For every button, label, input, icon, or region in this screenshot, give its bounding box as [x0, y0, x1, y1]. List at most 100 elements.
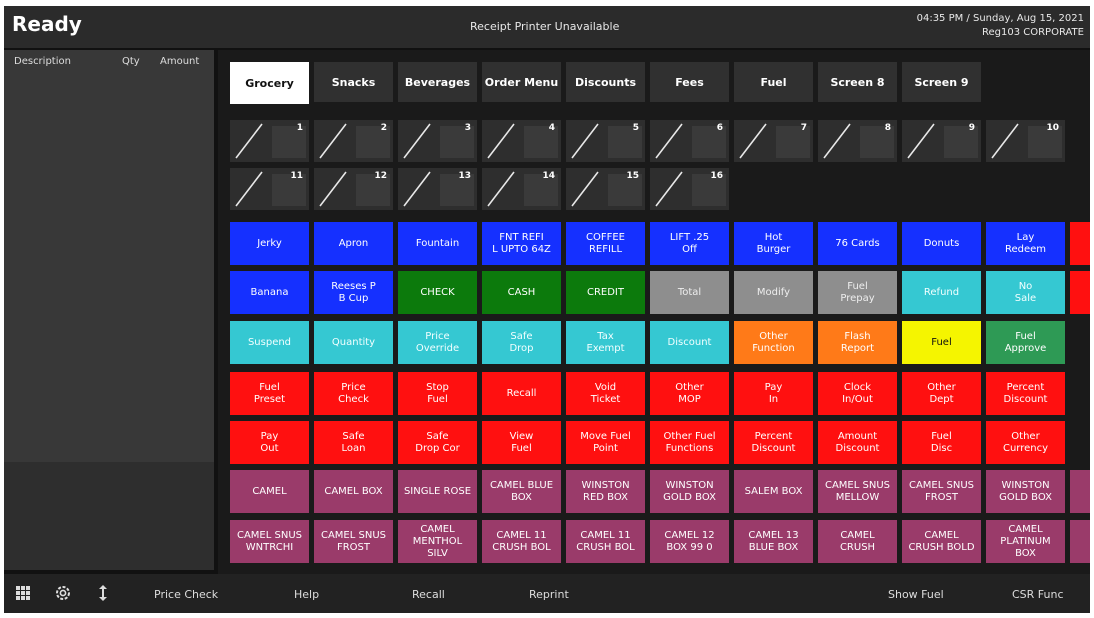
pump-slot[interactable]: 6 — [650, 120, 729, 162]
key-camel-menthol-silv[interactable]: CAMEL MENTHOL SILV — [398, 520, 477, 563]
key-lift-25-off[interactable]: LIFT .25 Off — [650, 222, 729, 265]
key-winston-gold-box[interactable]: WINSTON GOLD BOX — [986, 470, 1065, 513]
key-other-currency[interactable]: Other Currency — [986, 421, 1065, 464]
key-price-check[interactable]: Price Check — [314, 372, 393, 415]
pump-slot[interactable]: 2 — [314, 120, 393, 162]
key-camel-blue-box[interactable]: CAMEL BLUE BOX — [482, 470, 561, 513]
key-camel-snus-wntrchi[interactable]: CAMEL SNUS WNTRCHI — [230, 520, 309, 563]
pump-slot[interactable]: 9 — [902, 120, 981, 162]
key-void-ticket[interactable]: Void Ticket — [566, 372, 645, 415]
pump-slot[interactable]: 5 — [566, 120, 645, 162]
key-camel-snus-frost[interactable]: CAMEL SNUS FROST — [314, 520, 393, 563]
key-quantity[interactable]: Quantity — [314, 321, 393, 364]
pump-slot[interactable]: 4 — [482, 120, 561, 162]
pump-slot[interactable]: 15 — [566, 168, 645, 210]
key-percent-discount[interactable]: Percent Discount — [734, 421, 813, 464]
key-blank[interactable] — [1070, 271, 1090, 314]
key-flash-report[interactable]: Flash Report — [818, 321, 897, 364]
key-camel-snus-frost[interactable]: CAMEL SNUS FROST — [902, 470, 981, 513]
key-refund[interactable]: Refund — [902, 271, 981, 314]
key-safe-drop[interactable]: Safe Drop — [482, 321, 561, 364]
key-apron[interactable]: Apron — [314, 222, 393, 265]
key-camel-12-box-99-0[interactable]: CAMEL 12 BOX 99 0 — [650, 520, 729, 563]
key-fuel-approve[interactable]: Fuel Approve — [986, 321, 1065, 364]
tab-grocery[interactable]: Grocery — [230, 62, 309, 104]
tab-order-menu[interactable]: Order Menu — [482, 62, 561, 102]
key-lay-redeem[interactable]: Lay Redeem — [986, 222, 1065, 265]
key-c-bl[interactable]: C BL — [1070, 520, 1090, 563]
key-ca[interactable]: CA — [1070, 470, 1090, 513]
key-fuel-preset[interactable]: Fuel Preset — [230, 372, 309, 415]
key-modify[interactable]: Modify — [734, 271, 813, 314]
key-banana[interactable]: Banana — [230, 271, 309, 314]
key-recall[interactable]: Recall — [482, 372, 561, 415]
tab-screen-9[interactable]: Screen 9 — [902, 62, 981, 102]
show-fuel-button[interactable]: Show Fuel — [888, 588, 944, 601]
gear-icon[interactable] — [54, 584, 72, 602]
key-suspend[interactable]: Suspend — [230, 321, 309, 364]
tab-beverages[interactable]: Beverages — [398, 62, 477, 102]
key-cash[interactable]: CASH — [482, 271, 561, 314]
key-fnt-refi-l-upto-64z[interactable]: FNT REFI L UPTO 64Z — [482, 222, 561, 265]
tab-snacks[interactable]: Snacks — [314, 62, 393, 102]
key-safe-drop-cor[interactable]: Safe Drop Cor — [398, 421, 477, 464]
pump-slot[interactable]: 13 — [398, 168, 477, 210]
key-discount[interactable]: Discount — [650, 321, 729, 364]
key-total[interactable]: Total — [650, 271, 729, 314]
grid-icon[interactable] — [14, 584, 32, 602]
recall-button[interactable]: Recall — [412, 588, 445, 601]
pump-slot[interactable]: 14 — [482, 168, 561, 210]
key-blank[interactable] — [1070, 222, 1090, 265]
key-other-function[interactable]: Other Function — [734, 321, 813, 364]
key-salem-box[interactable]: SALEM BOX — [734, 470, 813, 513]
key-reeses-p-b-cup[interactable]: Reeses P B Cup — [314, 271, 393, 314]
price-check-button[interactable]: Price Check — [154, 588, 218, 601]
key-camel-box[interactable]: CAMEL BOX — [314, 470, 393, 513]
key-credit[interactable]: CREDIT — [566, 271, 645, 314]
tab-fees[interactable]: Fees — [650, 62, 729, 102]
key-other-mop[interactable]: Other MOP — [650, 372, 729, 415]
pump-slot[interactable]: 10 — [986, 120, 1065, 162]
key-camel[interactable]: CAMEL — [230, 470, 309, 513]
key-price-override[interactable]: Price Override — [398, 321, 477, 364]
tab-fuel[interactable]: Fuel — [734, 62, 813, 102]
key-stop-fuel[interactable]: Stop Fuel — [398, 372, 477, 415]
help-button[interactable]: Help — [294, 588, 319, 601]
key-other-dept[interactable]: Other Dept — [902, 372, 981, 415]
key-check[interactable]: CHECK — [398, 271, 477, 314]
pump-slot[interactable]: 3 — [398, 120, 477, 162]
key-amount-discount[interactable]: Amount Discount — [818, 421, 897, 464]
pump-slot[interactable]: 11 — [230, 168, 309, 210]
key-single-rose[interactable]: SINGLE ROSE — [398, 470, 477, 513]
key-other-fuel-functions[interactable]: Other Fuel Functions — [650, 421, 729, 464]
key-winston-gold-box[interactable]: WINSTON GOLD BOX — [650, 470, 729, 513]
key-76-cards[interactable]: 76 Cards — [818, 222, 897, 265]
csr-func-button[interactable]: CSR Func — [1012, 588, 1064, 601]
key-safe-loan[interactable]: Safe Loan — [314, 421, 393, 464]
pump-slot[interactable]: 16 — [650, 168, 729, 210]
key-camel-platinum-box[interactable]: CAMEL PLATINUM BOX — [986, 520, 1065, 563]
pump-slot[interactable]: 1 — [230, 120, 309, 162]
key-camel-11-crush-bol[interactable]: CAMEL 11 CRUSH BOL — [482, 520, 561, 563]
key-view-fuel[interactable]: View Fuel — [482, 421, 561, 464]
key-camel-13-blue-box[interactable]: CAMEL 13 BLUE BOX — [734, 520, 813, 563]
updown-arrow-icon[interactable] — [94, 584, 112, 602]
key-tax-exempt[interactable]: Tax Exempt — [566, 321, 645, 364]
key-move-fuel-point[interactable]: Move Fuel Point — [566, 421, 645, 464]
key-pay-in[interactable]: Pay In — [734, 372, 813, 415]
pump-slot[interactable]: 12 — [314, 168, 393, 210]
pump-slot[interactable]: 8 — [818, 120, 897, 162]
key-jerky[interactable]: Jerky — [230, 222, 309, 265]
key-fuel[interactable]: Fuel — [902, 321, 981, 364]
key-clock-in-out[interactable]: Clock In/Out — [818, 372, 897, 415]
key-fountain[interactable]: Fountain — [398, 222, 477, 265]
key-fuel-prepay[interactable]: Fuel Prepay — [818, 271, 897, 314]
pump-slot[interactable]: 7 — [734, 120, 813, 162]
reprint-button[interactable]: Reprint — [529, 588, 569, 601]
key-winston-red-box[interactable]: WINSTON RED BOX — [566, 470, 645, 513]
key-pay-out[interactable]: Pay Out — [230, 421, 309, 464]
tab-discounts[interactable]: Discounts — [566, 62, 645, 102]
key-camel-snus-mellow[interactable]: CAMEL SNUS MELLOW — [818, 470, 897, 513]
key-camel-crush-bold[interactable]: CAMEL CRUSH BOLD — [902, 520, 981, 563]
key-fuel-disc[interactable]: Fuel Disc — [902, 421, 981, 464]
